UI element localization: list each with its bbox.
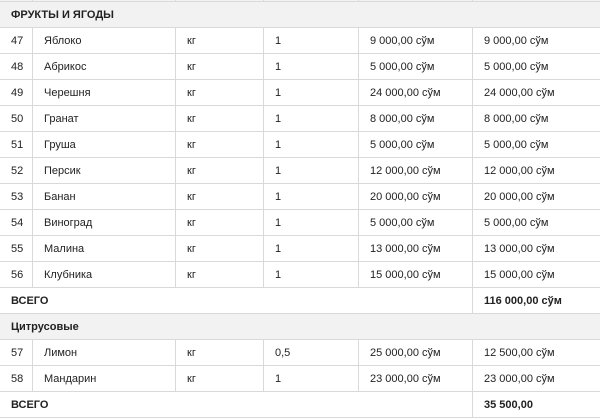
unit-price: 23 000,00 сўм (358, 365, 473, 392)
product-name: Мандарин (32, 365, 176, 392)
line-sum: 12 000,00 сўм (472, 157, 600, 184)
section-header-row: ФРУКТЫ И ЯГОДЫ (0, 1, 600, 28)
unit: кг (175, 209, 264, 236)
unit-price: 13 000,00 сўм (358, 235, 473, 262)
table-row: 51 Груша кг 1 5 000,00 сўм 5 000,00 сўм (0, 131, 600, 158)
unit: кг (175, 131, 264, 158)
row-number: 50 (0, 105, 33, 132)
row-number: 54 (0, 209, 33, 236)
unit: кг (175, 105, 264, 132)
unit-price: 20 000,00 сўм (358, 183, 473, 210)
line-sum: 15 000,00 сўм (472, 261, 600, 288)
line-sum: 23 000,00 сўм (472, 365, 600, 392)
unit: кг (175, 183, 264, 210)
section-title: Цитрусовые (0, 313, 600, 340)
table-row: 53 Банан кг 1 20 000,00 сўм 20 000,00 сўм (0, 183, 600, 210)
table-row: 57 Лимон кг 0,5 25 000,00 сўм 12 500,00 сўм (0, 339, 600, 366)
total-label: ВСЕГО (0, 391, 473, 418)
quantity: 1 (263, 365, 359, 392)
row-number: 52 (0, 157, 33, 184)
unit: кг (175, 261, 264, 288)
product-name: Гранат (32, 105, 176, 132)
total-value: 35 500,00 (472, 391, 600, 418)
product-name: Персик (32, 157, 176, 184)
row-number: 48 (0, 53, 33, 80)
table-row: 55 Малина кг 1 13 000,00 сўм 13 000,00 сўм (0, 235, 600, 262)
row-number: 56 (0, 261, 33, 288)
unit-price: 5 000,00 сўм (358, 53, 473, 80)
product-name: Абрикос (32, 53, 176, 80)
unit-price: 15 000,00 сўм (358, 261, 473, 288)
unit: кг (175, 53, 264, 80)
line-sum: 8 000,00 сўм (472, 105, 600, 132)
line-sum: 5 000,00 сўм (472, 209, 600, 236)
row-number: 57 (0, 339, 33, 366)
table-row: 50 Гранат кг 1 8 000,00 сўм 8 000,00 сўм (0, 105, 600, 132)
line-sum: 13 000,00 сўм (472, 235, 600, 262)
section-header-row: Цитрусовые (0, 313, 600, 340)
unit-price: 8 000,00 сўм (358, 105, 473, 132)
product-name: Клубника (32, 261, 176, 288)
row-number: 47 (0, 27, 33, 54)
table-row: 49 Черешня кг 1 24 000,00 сўм 24 000,00 сўм (0, 79, 600, 106)
product-name: Виноград (32, 209, 176, 236)
unit-price: 25 000,00 сўм (358, 339, 473, 366)
product-name: Груша (32, 131, 176, 158)
quantity: 1 (263, 131, 359, 158)
unit-price: 5 000,00 сўм (358, 131, 473, 158)
quantity: 1 (263, 209, 359, 236)
total-row: ВСЕГО 35 500,00 (0, 391, 600, 418)
unit: кг (175, 79, 264, 106)
product-name: Банан (32, 183, 176, 210)
product-name: Лимон (32, 339, 176, 366)
row-number: 55 (0, 235, 33, 262)
line-sum: 9 000,00 сўм (472, 27, 600, 54)
line-sum: 12 500,00 сўм (472, 339, 600, 366)
unit-price: 12 000,00 сўм (358, 157, 473, 184)
total-value: 116 000,00 сўм (472, 287, 600, 314)
table-row: 47 Яблоко кг 1 9 000,00 сўм 9 000,00 сўм (0, 27, 600, 54)
quantity: 0,5 (263, 339, 359, 366)
unit: кг (175, 339, 264, 366)
row-number: 49 (0, 79, 33, 106)
table-row: 48 Абрикос кг 1 5 000,00 сўм 5 000,00 сўм (0, 53, 600, 80)
price-table-body: ФРУКТЫ И ЯГОДЫ 47 Яблоко кг 1 9 000,00 сўм 9 0… (0, 0, 600, 418)
section-title: ФРУКТЫ И ЯГОДЫ (0, 1, 600, 28)
unit: кг (175, 27, 264, 54)
unit-price: 9 000,00 сўм (358, 27, 473, 54)
total-label: ВСЕГО (0, 287, 473, 314)
product-name: Черешня (32, 79, 176, 106)
table-row: 58 Мандарин кг 1 23 000,00 сўм 23 000,00 сўм (0, 365, 600, 392)
row-number: 58 (0, 365, 33, 392)
row-number: 51 (0, 131, 33, 158)
unit: кг (175, 365, 264, 392)
unit-price: 24 000,00 сўм (358, 79, 473, 106)
table-row: 56 Клубника кг 1 15 000,00 сўм 15 000,00 сўм (0, 261, 600, 288)
price-table: ФРУКТЫ И ЯГОДЫ 47 Яблоко кг 1 9 000,00 сўм 9 0… (0, 0, 600, 418)
unit: кг (175, 157, 264, 184)
line-sum: 5 000,00 сўм (472, 131, 600, 158)
table-row: 52 Персик кг 1 12 000,00 сўм 12 000,00 сўм (0, 157, 600, 184)
quantity: 1 (263, 79, 359, 106)
row-number: 53 (0, 183, 33, 210)
quantity: 1 (263, 157, 359, 184)
unit: кг (175, 235, 264, 262)
line-sum: 5 000,00 сўм (472, 53, 600, 80)
quantity: 1 (263, 53, 359, 80)
product-name: Малина (32, 235, 176, 262)
line-sum: 24 000,00 сўм (472, 79, 600, 106)
product-name: Яблоко (32, 27, 176, 54)
table-row: 54 Виноград кг 1 5 000,00 сўм 5 000,00 сўм (0, 209, 600, 236)
unit-price: 5 000,00 сўм (358, 209, 473, 236)
quantity: 1 (263, 183, 359, 210)
quantity: 1 (263, 261, 359, 288)
quantity: 1 (263, 235, 359, 262)
quantity: 1 (263, 27, 359, 54)
quantity: 1 (263, 105, 359, 132)
total-row: ВСЕГО 116 000,00 сўм (0, 287, 600, 314)
line-sum: 20 000,00 сўм (472, 183, 600, 210)
